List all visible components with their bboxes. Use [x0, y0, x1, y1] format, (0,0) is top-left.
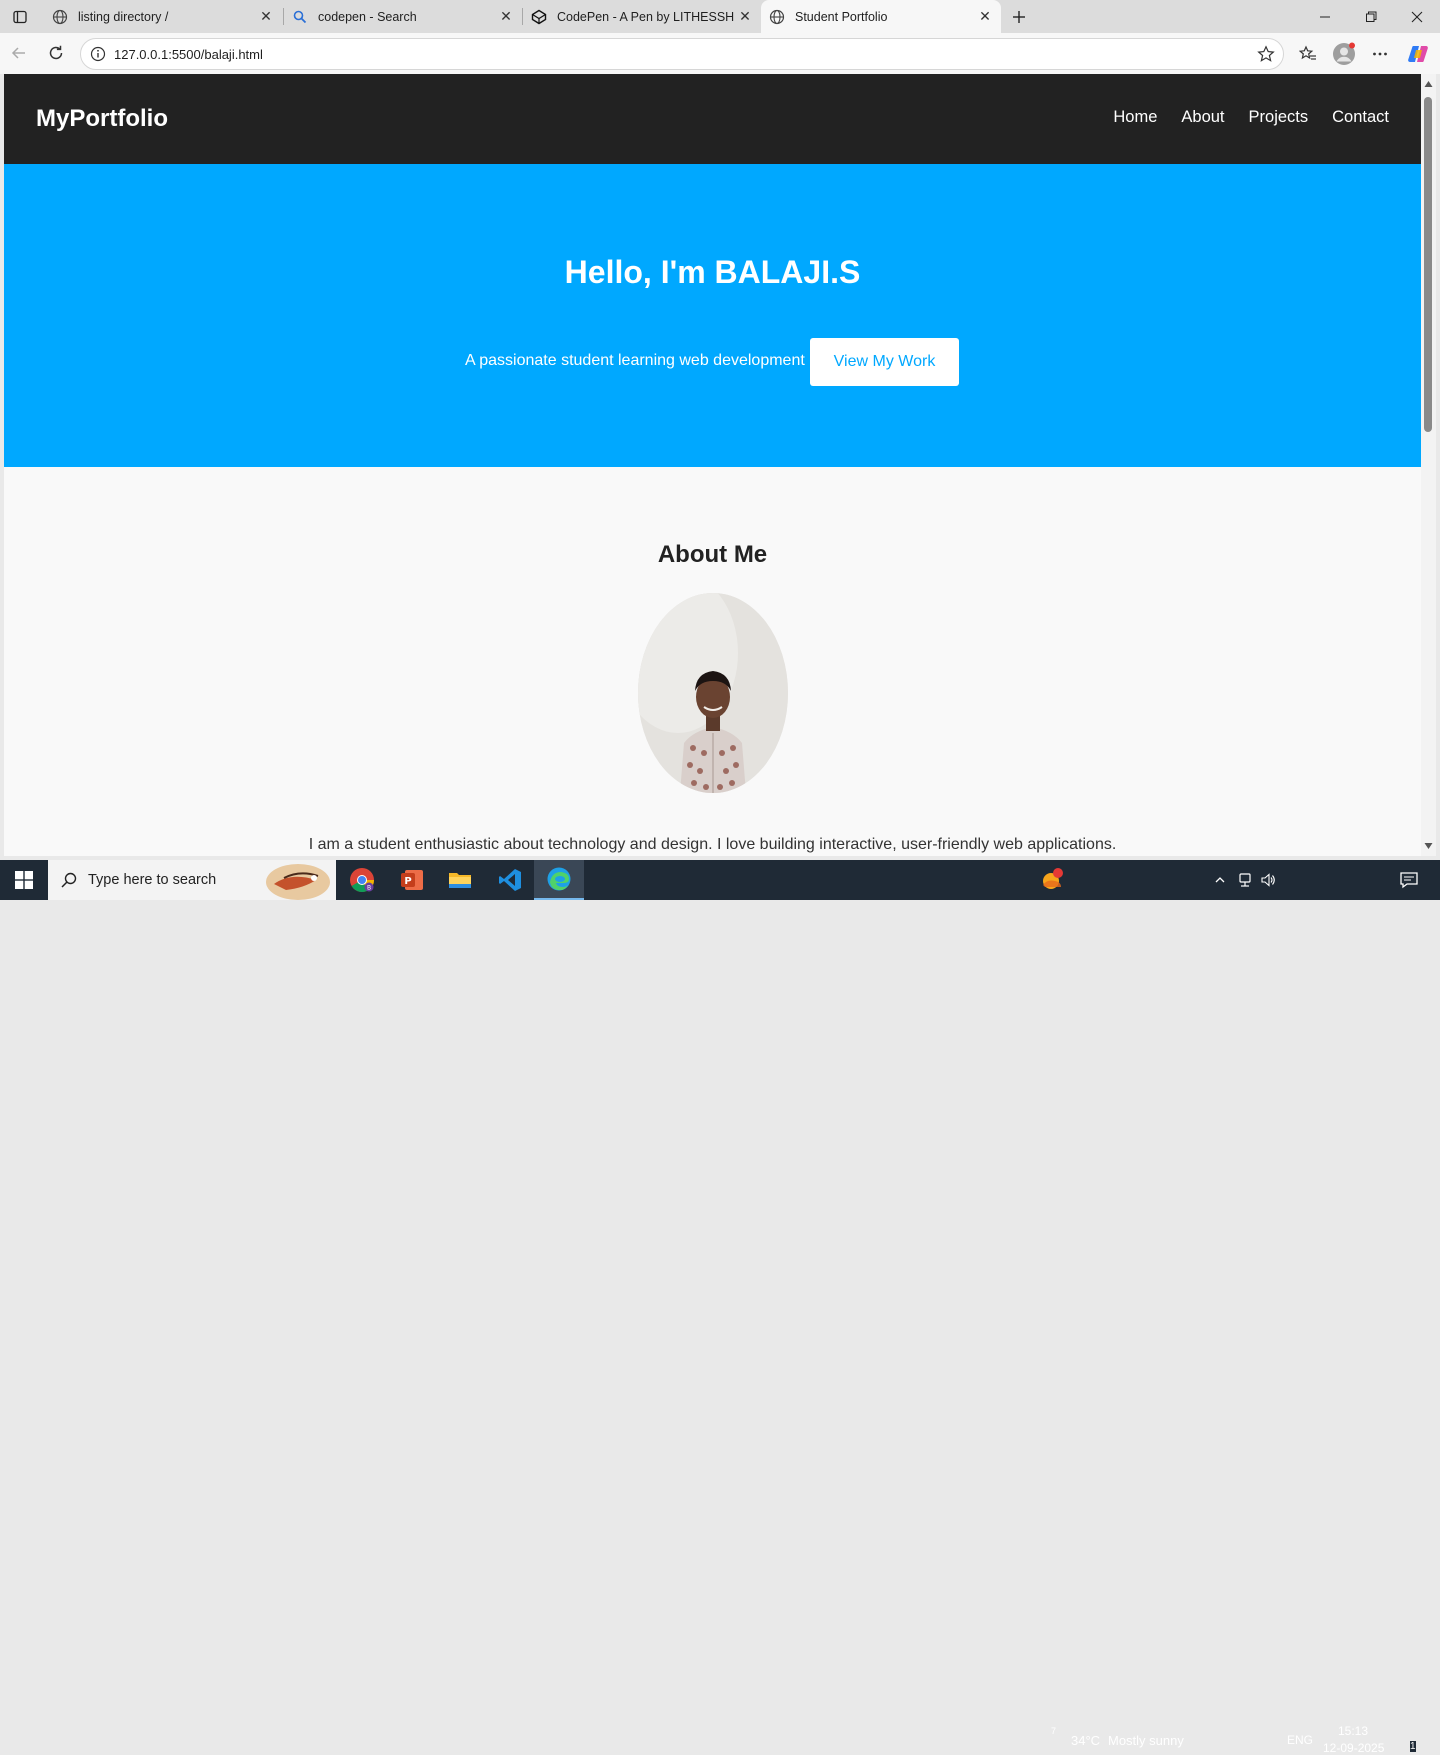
search-icon: [292, 9, 308, 25]
favorites-button[interactable]: [1292, 38, 1324, 70]
chevron-up-icon: [1215, 877, 1225, 883]
favorites-icon: [1299, 45, 1316, 60]
clock-date[interactable]: 12-09-2025: [1323, 1741, 1384, 1755]
globe-icon: [52, 9, 68, 25]
network-button[interactable]: [1234, 860, 1256, 900]
close-window-button[interactable]: [1394, 0, 1440, 33]
hero-section: Hello, I'm BALAJI.S A passionate student…: [4, 164, 1421, 467]
address-bar[interactable]: 127.0.0.1:5500/balaji.html: [80, 38, 1284, 70]
close-tab-icon[interactable]: ✕: [975, 7, 995, 27]
nav-link-contact[interactable]: Contact: [1332, 108, 1389, 127]
weather-badge: 7: [1051, 1726, 1057, 1736]
close-icon: [1411, 11, 1423, 22]
minimize-button[interactable]: [1302, 0, 1348, 33]
powerpoint-icon: P: [401, 870, 423, 890]
copilot-button[interactable]: [1402, 38, 1434, 70]
page-viewport: MyPortfolio Home About Projects Contact …: [4, 74, 1421, 856]
copilot-icon: [1408, 46, 1428, 62]
nav-links: Home About Projects Contact: [1113, 108, 1389, 127]
about-heading: About Me: [657, 541, 768, 568]
folder-icon: [449, 873, 471, 888]
site-navbar: MyPortfolio Home About Projects Contact: [4, 74, 1421, 164]
refresh-icon: [49, 45, 63, 60]
favorite-star-icon[interactable]: [1257, 45, 1275, 63]
back-arrow-icon: [11, 47, 25, 59]
weather-condition: Mostly sunny: [1108, 1733, 1184, 1748]
start-button[interactable]: [0, 860, 48, 900]
tab-student-portfolio[interactable]: Student Portfolio ✕: [761, 0, 1001, 33]
volume-button[interactable]: [1257, 860, 1279, 900]
tab-actions-button[interactable]: [4, 0, 36, 33]
minimize-icon: [1320, 16, 1330, 17]
taskbar-edge-active[interactable]: [534, 860, 584, 900]
taskbar: Type here to search B P 7 34°C Mostly su…: [0, 860, 1440, 1755]
close-tab-icon[interactable]: ✕: [735, 7, 755, 27]
nav-link-about[interactable]: About: [1181, 108, 1224, 127]
windows-icon: [15, 871, 33, 889]
back-button[interactable]: [3, 37, 35, 69]
tab-codepen-search[interactable]: codepen - Search ✕: [284, 0, 522, 33]
restore-button[interactable]: [1348, 0, 1394, 33]
notification-icon: [1400, 872, 1418, 889]
tab-label: listing directory /: [78, 9, 169, 24]
tab-label: CodePen - A Pen by LITHESSH M: [557, 9, 735, 24]
network-icon: [1239, 873, 1251, 887]
profile-button[interactable]: [1328, 38, 1360, 70]
taskbar-search[interactable]: Type here to search: [48, 860, 336, 900]
tab-label: Student Portfolio: [795, 9, 888, 24]
tab-codepen-pen[interactable]: CodePen - A Pen by LITHESSH M ✕: [523, 0, 761, 33]
tab-strip: listing directory / ✕ codepen - Search ✕…: [0, 0, 1440, 33]
refresh-button[interactable]: [40, 37, 72, 69]
hero-title: Hello, I'm BALAJI.S: [564, 254, 861, 290]
taskbar-powerpoint[interactable]: P: [388, 860, 436, 900]
clock-time[interactable]: 15:13: [1338, 1724, 1368, 1738]
search-icon: [61, 872, 77, 888]
language-indicator[interactable]: ENG: [1287, 1733, 1313, 1747]
close-tab-icon[interactable]: ✕: [496, 7, 516, 27]
scroll-up-icon[interactable]: [1421, 77, 1436, 92]
volume-icon: [1261, 873, 1275, 887]
tab-listing-directory[interactable]: listing directory / ✕: [44, 0, 282, 33]
url-text: 127.0.0.1:5500/balaji.html: [114, 46, 263, 62]
codepen-icon: [531, 9, 547, 25]
notifications-button[interactable]: [1394, 860, 1424, 900]
globe-icon: [769, 9, 785, 25]
scrollbar-thumb[interactable]: [1424, 97, 1432, 432]
nav-link-projects[interactable]: Projects: [1249, 108, 1309, 127]
search-highlight-image: [256, 860, 336, 900]
svg-text:P: P: [404, 876, 411, 887]
scroll-down-icon[interactable]: [1421, 838, 1436, 853]
more-icon: [1373, 52, 1387, 56]
weather-icon[interactable]: [1038, 860, 1066, 900]
avatar: [1333, 42, 1355, 65]
svg-text:B: B: [367, 885, 371, 892]
about-text: I am a student enthusiastic about techno…: [308, 836, 1117, 853]
tab-actions-icon: [13, 10, 27, 23]
show-hidden-icons-button[interactable]: [1208, 860, 1232, 900]
chrome-icon: B: [350, 868, 374, 893]
more-menu-button[interactable]: [1364, 38, 1396, 70]
edge-icon: [547, 867, 571, 891]
tab-label: codepen - Search: [318, 9, 417, 24]
site-logo[interactable]: MyPortfolio: [36, 105, 168, 133]
taskbar-file-explorer[interactable]: [436, 860, 484, 900]
vscode-icon: [499, 869, 521, 891]
view-work-button[interactable]: View My Work: [810, 338, 959, 386]
search-placeholder: Type here to search: [88, 872, 217, 888]
new-tab-button[interactable]: [1003, 0, 1035, 33]
restore-icon: [1366, 11, 1377, 22]
notification-count: 1: [1410, 1741, 1416, 1752]
taskbar-vscode[interactable]: [486, 860, 534, 900]
taskbar-chrome[interactable]: B: [338, 860, 386, 900]
nav-link-home[interactable]: Home: [1113, 108, 1157, 127]
site-info-icon[interactable]: [90, 46, 106, 62]
profile-photo: [638, 593, 788, 793]
hero-tagline: A passionate student learning web develo…: [465, 352, 805, 369]
close-tab-icon[interactable]: ✕: [256, 7, 276, 27]
plus-icon: [1013, 10, 1025, 23]
weather-temp: 34°C: [1071, 1733, 1101, 1748]
